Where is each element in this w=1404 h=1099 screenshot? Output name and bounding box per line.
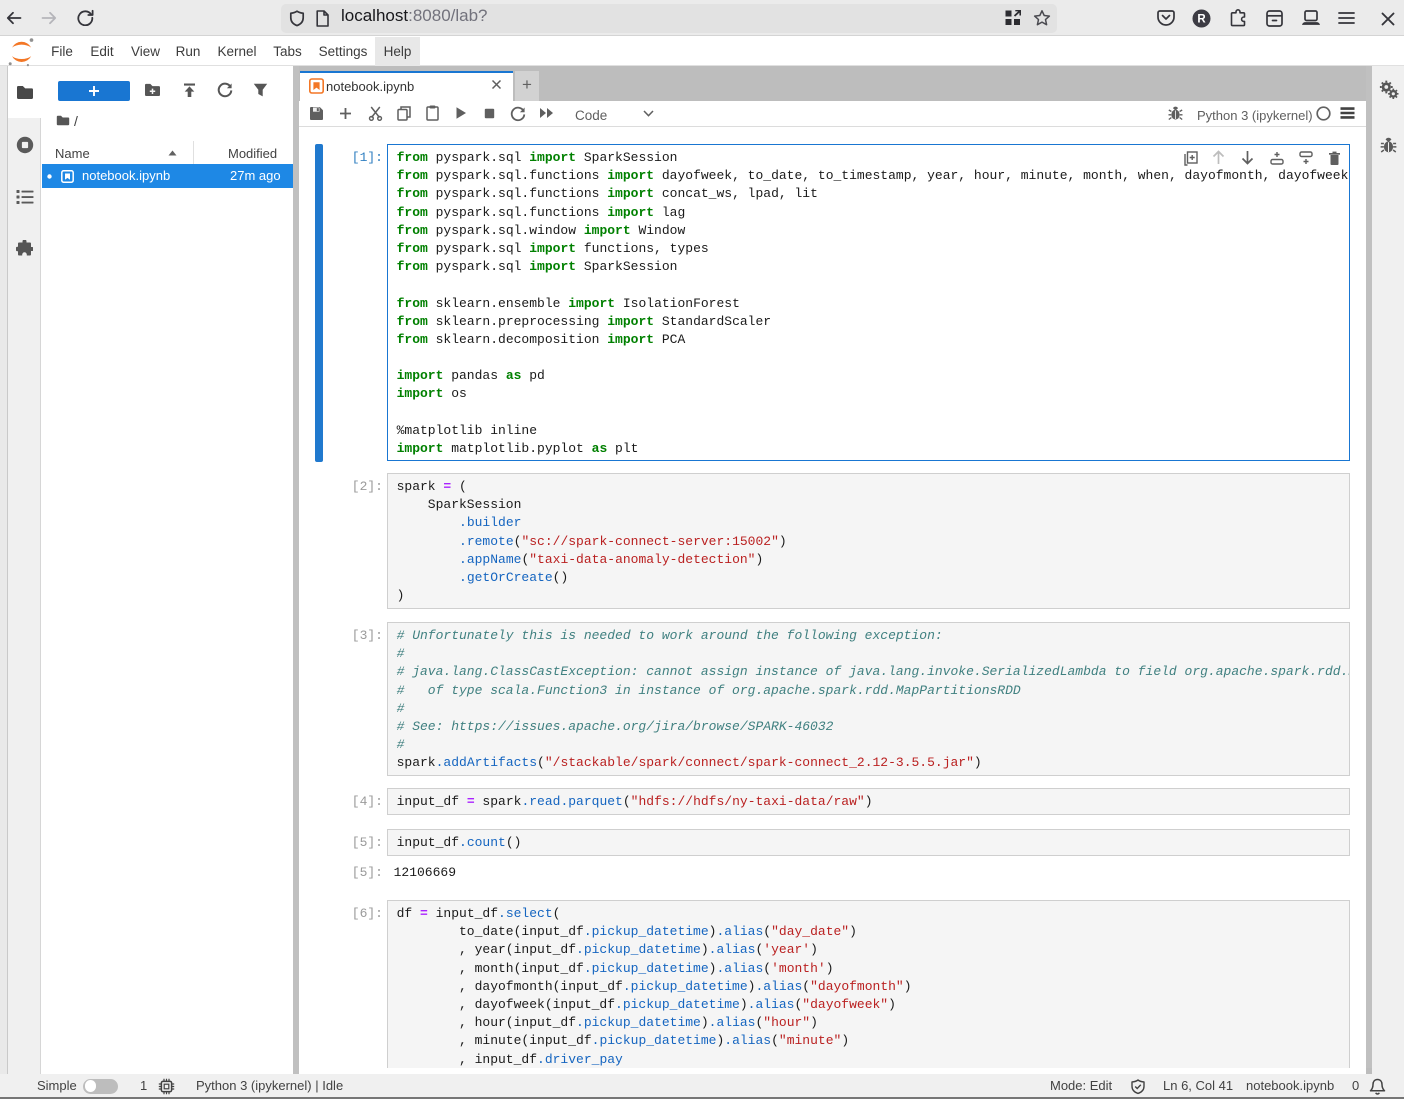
svg-text:R: R	[1197, 14, 1206, 26]
